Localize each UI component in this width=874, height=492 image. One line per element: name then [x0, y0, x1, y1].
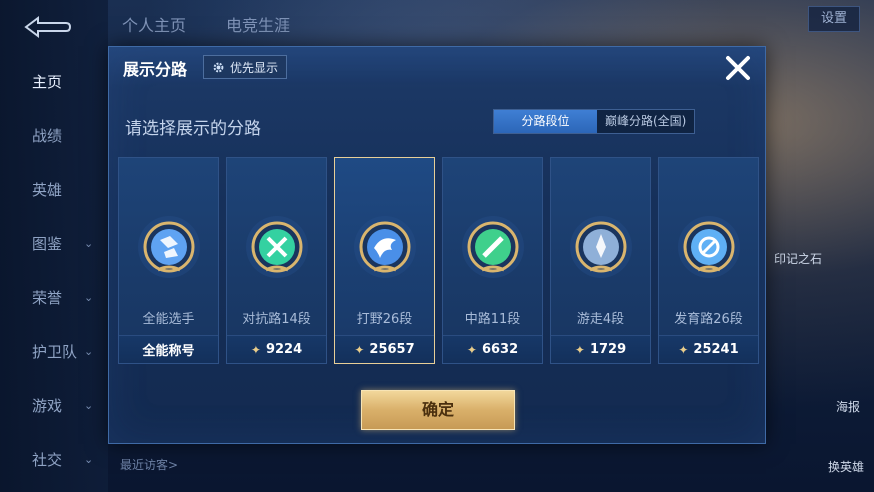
all-round-emblem-icon [136, 214, 202, 280]
segment-switch: 分路段位 巅峰分路(全国) [493, 109, 696, 134]
score-bar: 全能称号 [119, 335, 218, 363]
nav-item-label: 护卫队 [32, 342, 78, 361]
close-button[interactable] [723, 53, 753, 83]
nav-item[interactable]: 战绩 [0, 108, 108, 162]
score-bar: ✦ 1729 [551, 335, 650, 363]
nav-item[interactable]: 图鉴 ⌄ [0, 216, 108, 270]
tab-esports-career[interactable]: 电竞生涯 [226, 12, 290, 36]
lane-card[interactable]: 游走4段 ✦ 1729 [550, 157, 651, 364]
score-bar: ✦ 6632 [443, 335, 542, 363]
roam-emblem-icon [568, 214, 634, 280]
right-side-panel: 印记之石 海报 换英雄 [754, 70, 874, 490]
mid-lane-emblem-icon [460, 214, 526, 280]
lane-card[interactable]: 对抗路14段 ✦ 9224 [226, 157, 327, 364]
recent-visitors-link[interactable]: 最近访客> [120, 456, 178, 473]
nav-item[interactable]: 英雄 [0, 162, 108, 216]
score-bar: ✦ 25241 [659, 335, 758, 363]
nav-item-label: 战绩 [32, 126, 63, 145]
rank-star-icon: ✦ [678, 342, 689, 357]
poster-label[interactable]: 海报 [836, 398, 860, 415]
back-arrow-icon [24, 16, 72, 38]
modal-subtitle: 请选择展示的分路 [125, 119, 261, 139]
lane-name: 游走4段 [576, 312, 625, 327]
segment-peak-lane[interactable]: 巅峰分路(全国) [597, 110, 695, 133]
rank-star-icon: ✦ [354, 342, 365, 357]
tab-profile[interactable]: 个人主页 [122, 12, 186, 36]
score-bar: ✦ 9224 [227, 335, 326, 363]
clash-lane-emblem-icon [244, 214, 310, 280]
confirm-button[interactable]: 确定 [361, 390, 515, 430]
priority-display-label: 优先显示 [230, 60, 279, 75]
score-bar: ✦ 25657 [335, 335, 434, 363]
lane-card[interactable]: 发育路26段 ✦ 25241 [658, 157, 759, 364]
lane-name: 全能选手 [142, 312, 195, 327]
rank-star-icon: ✦ [574, 342, 585, 357]
nav-item-label: 游戏 [32, 396, 63, 415]
nav-item-label: 英雄 [32, 180, 63, 199]
lane-card[interactable]: 全能选手 全能称号 [118, 157, 219, 364]
lane-name: 中路11段 [464, 312, 521, 327]
top-tabs: 个人主页 电竞生涯 [122, 12, 290, 36]
lane-name: 打野26段 [356, 312, 413, 327]
lane-name: 发育路26段 [674, 312, 743, 327]
priority-display-button[interactable]: 优先显示 [203, 55, 288, 79]
nav-item[interactable]: 社交 ⌄ [0, 432, 108, 486]
score-value: 6632 [481, 342, 519, 357]
change-hero-label[interactable]: 换英雄 [828, 458, 864, 475]
chevron-down-icon: ⌄ [84, 452, 94, 466]
nav-item-label: 图鉴 [32, 234, 63, 253]
chevron-down-icon: ⌄ [84, 398, 94, 412]
lane-cards: 全能选手 全能称号 对抗路14段 ✦ 9224 打野26段 ✦ 25657 中路11段 ✦ 6632… [118, 157, 759, 365]
score-value: 25657 [369, 342, 415, 357]
farm-lane-emblem-icon [676, 214, 742, 280]
score-value: 9224 [265, 342, 303, 357]
nav-item[interactable]: 主页 [0, 54, 108, 108]
score-value: 全能称号 [142, 344, 195, 359]
chevron-down-icon: ⌄ [84, 344, 94, 358]
rank-star-icon: ✦ [466, 342, 477, 357]
lane-card[interactable]: 打野26段 ✦ 25657 [334, 157, 435, 364]
chevron-down-icon: ⌄ [84, 290, 94, 304]
lane-name: 对抗路14段 [242, 312, 311, 327]
nav-item-label: 社交 [32, 450, 63, 469]
lane-display-modal: 展示分路 优先显示 请选择展示的分路 分路段位 巅峰分路(全国) 全能选手全能称… [108, 46, 766, 444]
nav-item[interactable]: 游戏 ⌄ [0, 378, 108, 432]
nav-item[interactable]: 护卫队 ⌄ [0, 324, 108, 378]
lane-card[interactable]: 中路11段 ✦ 6632 [442, 157, 543, 364]
score-value: 1729 [589, 342, 627, 357]
settings-button[interactable]: 设置 [807, 6, 860, 32]
nav-item-label: 主页 [32, 72, 63, 91]
imprint-stone-label[interactable]: 印记之石 [774, 250, 822, 267]
chevron-down-icon: ⌄ [84, 236, 94, 250]
segment-lane-rank[interactable]: 分路段位 [494, 110, 597, 133]
modal-title: 展示分路 [123, 60, 188, 79]
top-right-controls: 设置 [807, 6, 860, 32]
back-button[interactable] [22, 14, 74, 40]
score-value: 25241 [693, 342, 739, 357]
gear-icon [213, 62, 224, 72]
rank-star-icon: ✦ [250, 342, 261, 357]
left-nav: 主页战绩英雄图鉴 ⌄ 荣誉 ⌄ 护卫队 ⌄ 游戏 ⌄ 社交 ⌄ [0, 0, 108, 492]
nav-item[interactable]: 荣誉 ⌄ [0, 270, 108, 324]
close-icon [726, 56, 750, 80]
nav-item-label: 荣誉 [32, 288, 63, 307]
jungle-emblem-icon [352, 214, 418, 280]
